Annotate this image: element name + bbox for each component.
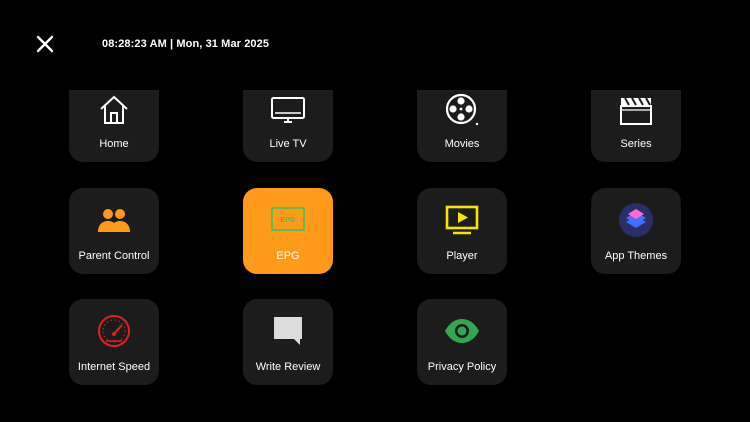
epg-icon: EPG xyxy=(271,207,305,231)
live-tv-label: Live TV xyxy=(269,138,307,150)
people-icon xyxy=(98,209,130,232)
play-screen-icon xyxy=(445,205,479,235)
internet-speed-label: Internet Speed xyxy=(77,361,151,373)
epg-tile[interactable]: EPG EPG xyxy=(243,188,333,274)
internet-speed-tile[interactable]: Internet Speed xyxy=(69,299,159,385)
chat-bubble-icon xyxy=(274,317,302,345)
app-themes-label: App Themes xyxy=(604,250,668,262)
player-tile[interactable]: Player xyxy=(417,188,507,274)
clapperboard-icon xyxy=(620,97,652,125)
epg-label: EPG xyxy=(276,250,300,262)
series-tile[interactable]: Series xyxy=(591,90,681,162)
eye-icon xyxy=(445,319,479,343)
parent-control-tile[interactable]: Parent Control xyxy=(69,188,159,274)
close-icon[interactable] xyxy=(35,34,55,54)
tv-icon xyxy=(271,97,305,123)
home-icon xyxy=(100,95,128,124)
live-tv-tile[interactable]: Live TV xyxy=(243,90,333,162)
speedometer-icon xyxy=(98,315,130,347)
date-time-display: 08:28:23 AM | Mon, 31 Mar 2025 xyxy=(102,38,270,50)
parent-control-label: Parent Control xyxy=(78,250,150,262)
movies-label: Movies xyxy=(444,138,480,150)
epg-icon-text: EPG xyxy=(281,217,296,224)
write-review-tile[interactable]: Write Review xyxy=(243,299,333,385)
privacy-policy-tile[interactable]: Privacy Policy xyxy=(417,299,507,385)
series-label: Series xyxy=(620,138,652,150)
menu-row-top: Home Live TV Movies Series xyxy=(0,90,750,162)
film-reel-icon xyxy=(445,93,479,126)
write-review-label: Write Review xyxy=(255,361,321,373)
privacy-policy-label: Privacy Policy xyxy=(427,361,497,373)
layers-icon xyxy=(619,203,653,237)
home-tile[interactable]: Home xyxy=(69,90,159,162)
app-themes-tile[interactable]: App Themes xyxy=(591,188,681,274)
home-label: Home xyxy=(99,138,129,150)
movies-tile[interactable]: Movies xyxy=(417,90,507,162)
player-label: Player xyxy=(446,250,478,262)
